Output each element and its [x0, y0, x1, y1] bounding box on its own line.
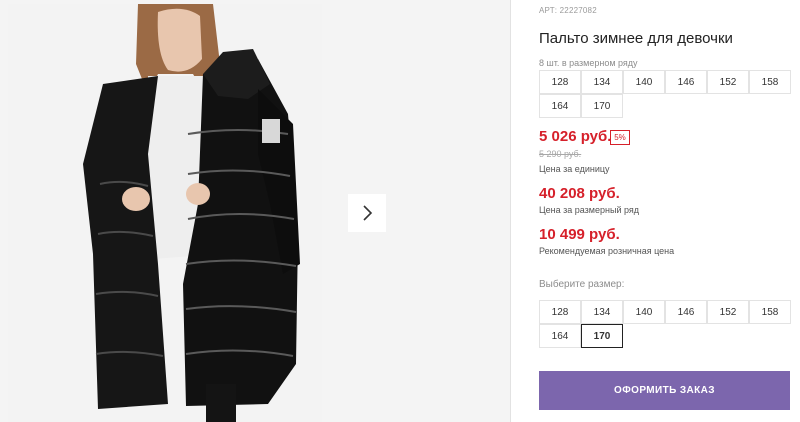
size-row-item: 170 — [581, 94, 623, 118]
size-row-item: 152 — [707, 70, 749, 94]
size-option[interactable]: 164 — [539, 324, 581, 348]
size-row-item: 146 — [665, 70, 707, 94]
size-row-item: 164 — [539, 94, 581, 118]
unit-price: 5 026 руб. — [539, 128, 612, 145]
size-option[interactable]: 134 — [581, 300, 623, 324]
size-row-item: 140 — [623, 70, 665, 94]
chevron-right-icon — [363, 205, 373, 221]
size-option[interactable]: 146 — [665, 300, 707, 324]
size-option[interactable]: 128 — [539, 300, 581, 324]
product-sku: АРТ: 22227082 — [539, 6, 597, 15]
row-price-caption: Цена за размерный ряд — [539, 205, 640, 215]
retail-price-caption: Рекомендуемая розничная цена — [539, 246, 675, 256]
size-option[interactable]: 140 — [623, 300, 665, 324]
size-select-hint: Выберите размер: — [539, 279, 625, 290]
divider — [510, 0, 511, 422]
size-row-hint: 8 шт. в размерном ряду — [539, 58, 638, 68]
size-row-item: 158 — [749, 70, 791, 94]
product-gallery — [0, 0, 510, 422]
retail-price: 10 499 руб. — [539, 226, 620, 243]
row-price: 40 208 руб. — [539, 185, 620, 202]
size-row-item: 134 — [581, 70, 623, 94]
size-option[interactable]: 158 — [749, 300, 791, 324]
discount-badge: 5% — [610, 130, 630, 145]
gallery-next-button[interactable] — [348, 194, 386, 232]
coat-photo-illustration — [8, 4, 322, 422]
product-title: Пальто зимнее для девочки — [539, 30, 733, 47]
old-price: 5 290 руб. — [539, 149, 582, 159]
order-button[interactable]: ОФОРМИТЬ ЗАКАЗ — [539, 371, 790, 410]
size-option-selected[interactable]: 170 — [581, 324, 623, 348]
product-photo — [8, 4, 322, 422]
size-option[interactable]: 152 — [707, 300, 749, 324]
size-row-item: 128 — [539, 70, 581, 94]
unit-price-caption: Цена за единицу — [539, 164, 610, 174]
